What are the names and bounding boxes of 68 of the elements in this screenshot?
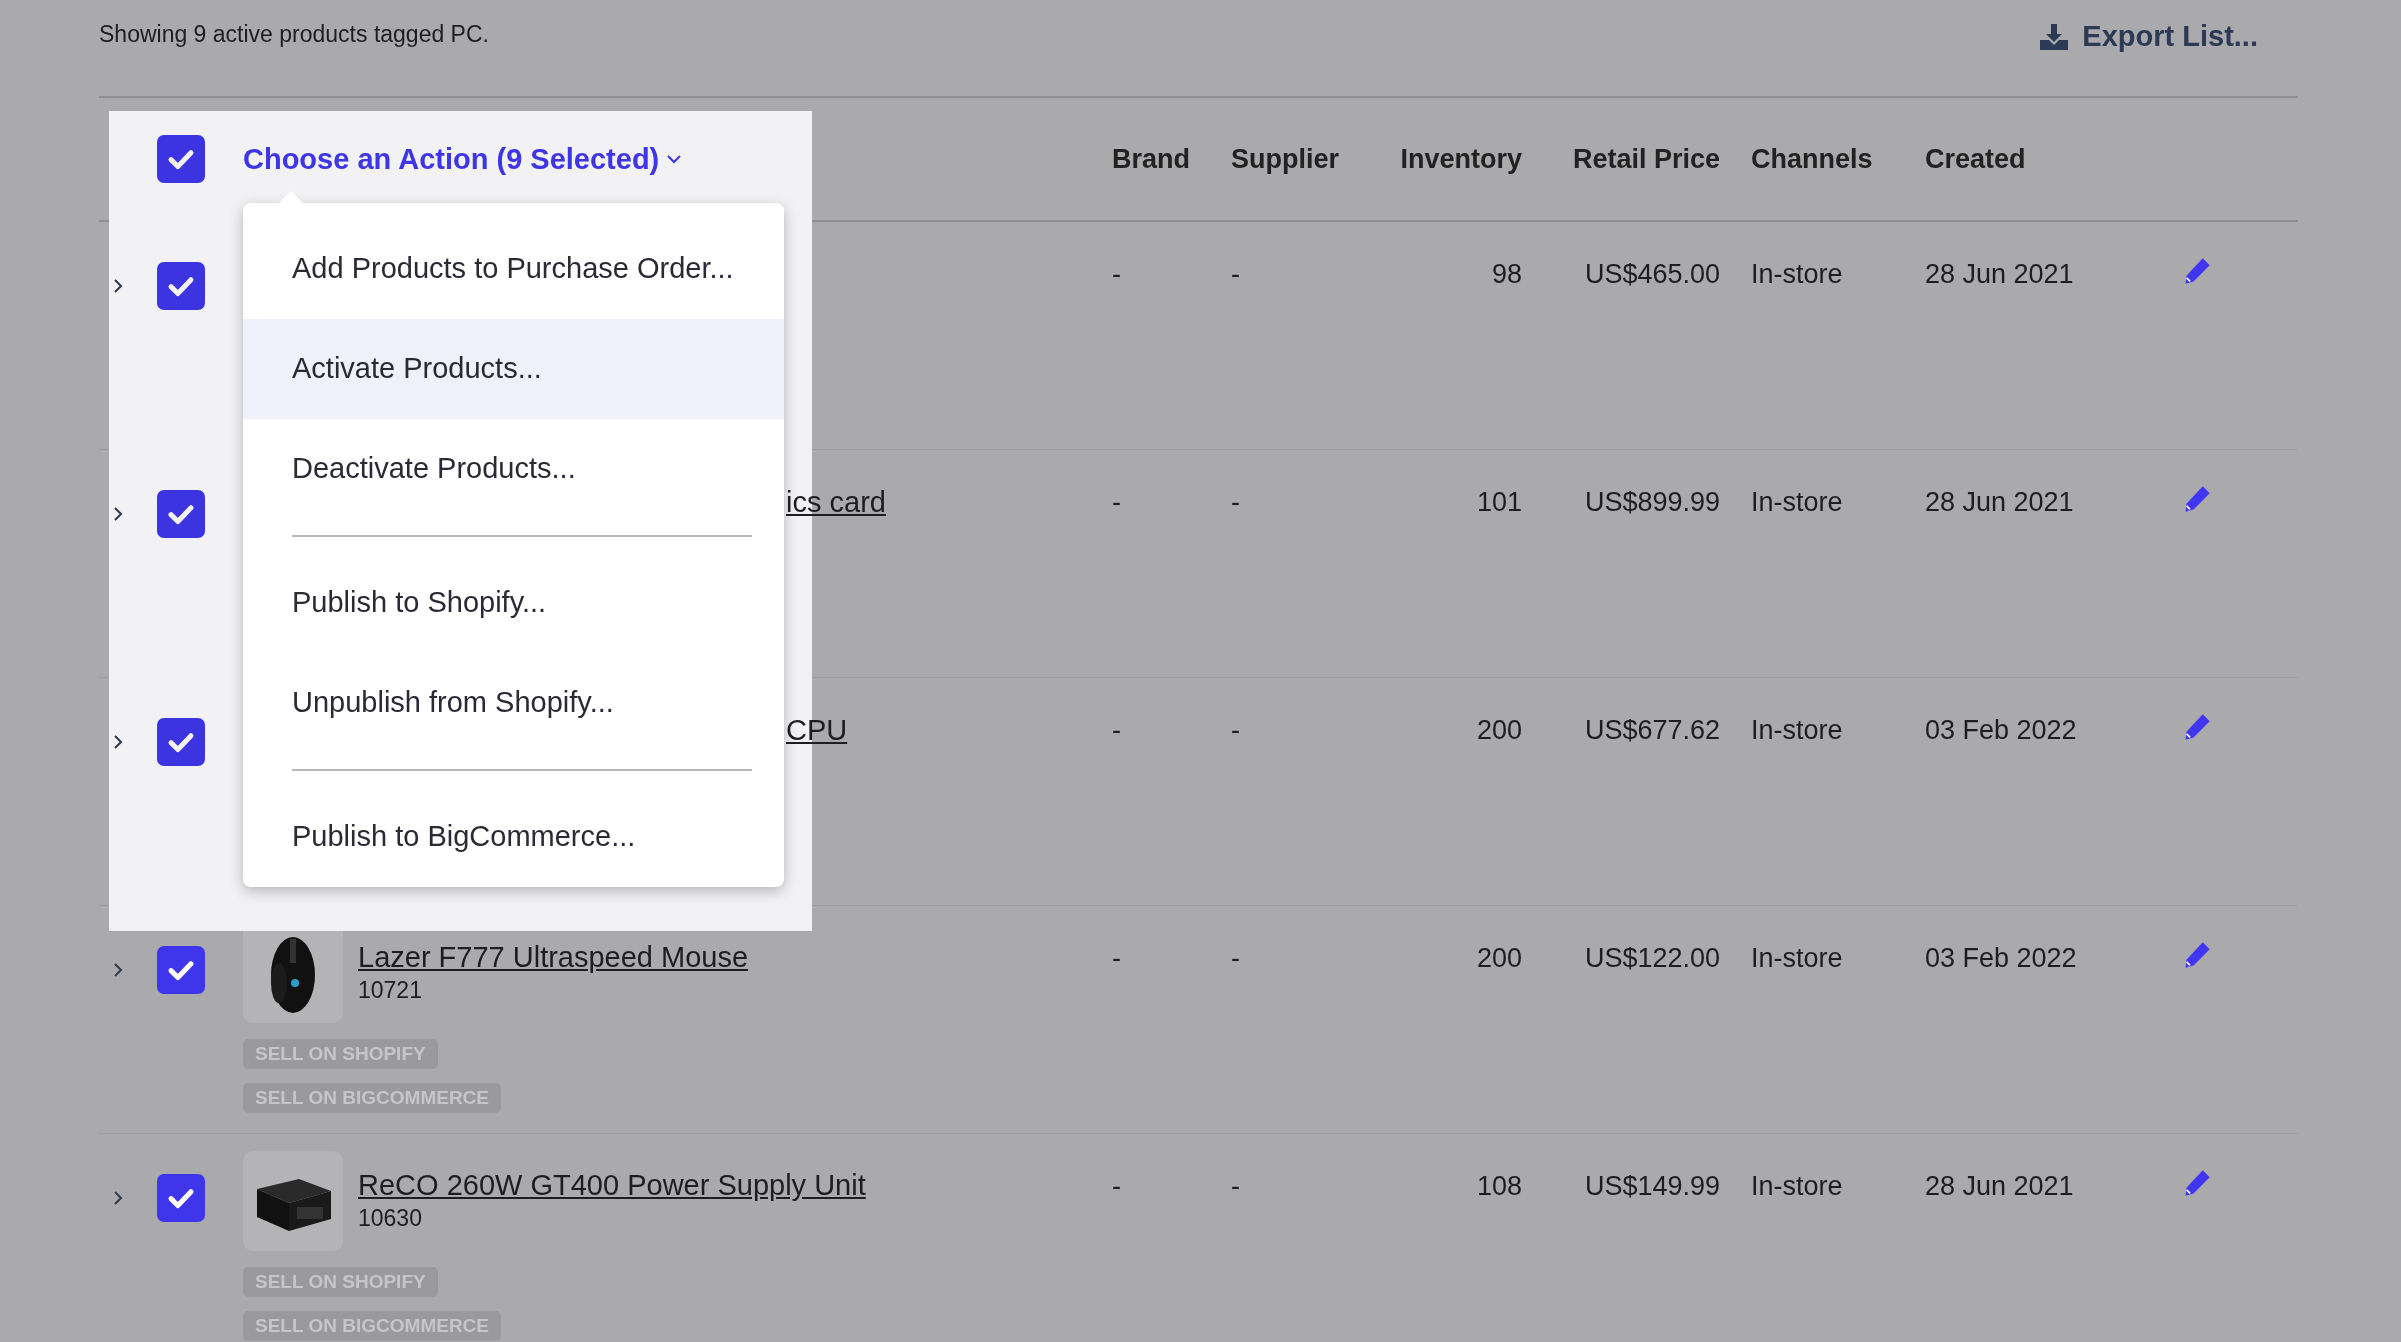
table-cell: US$149.99 <box>1584 1171 1720 1201</box>
pencil-icon[interactable] <box>2182 256 2212 286</box>
table-cell: 03 Feb 2022 <box>1925 943 2077 973</box>
table-cell: - <box>1112 943 1121 973</box>
menu-item[interactable]: Deactivate Products... <box>243 418 784 519</box>
menu-item[interactable]: Publish to Shopify... <box>243 552 784 653</box>
table-cell: 28 Jun 2021 <box>1925 487 2074 517</box>
menu-item[interactable]: Publish to BigCommerce... <box>243 786 784 887</box>
menu-item[interactable]: Add Products to Purchase Order... <box>243 218 784 319</box>
product-link[interactable]: ReCO 260W GT400 Power Supply Unit <box>358 1167 866 1203</box>
table-cell: US$677.62 <box>1584 715 1720 745</box>
product-link[interactable]: ics card <box>786 484 886 520</box>
table-cell: In-store <box>1751 487 1843 517</box>
chevron-icon[interactable] <box>113 734 123 750</box>
product-link[interactable]: CPU <box>786 712 848 748</box>
table-cell: - <box>1112 715 1121 745</box>
table-cell: - <box>1231 943 1240 973</box>
column-header[interactable]: Created <box>1917 143 2150 175</box>
chevron-icon[interactable] <box>113 962 123 978</box>
export-list-link[interactable]: Export List... <box>2040 20 2258 53</box>
column-header[interactable]: Brand <box>1112 143 1231 175</box>
product-sku: 10721 <box>358 976 423 1005</box>
table-cell: - <box>1112 259 1121 289</box>
table-cell: US$899.99 <box>1584 487 1720 517</box>
action-dropdown[interactable]: Choose an Action (9 Selected) <box>243 142 682 176</box>
table-cell: 03 Feb 2022 <box>1925 715 2077 745</box>
table-cell: - <box>1231 715 1240 745</box>
table-cell: - <box>1112 1171 1121 1201</box>
table-cell: US$122.00 <box>1584 943 1720 973</box>
table-cell: 200 <box>1476 715 1522 745</box>
chevron-icon[interactable] <box>113 506 123 522</box>
table-cell: 28 Jun 2021 <box>1925 259 2074 289</box>
table-cell: 200 <box>1476 943 1522 973</box>
chevron-icon[interactable] <box>113 1190 123 1206</box>
row-checkbox[interactable] <box>157 946 205 994</box>
summary-text: Showing 9 active products tagged PC. <box>99 21 489 48</box>
menu-item[interactable]: Unpublish from Shopify... <box>243 652 784 753</box>
column-header[interactable]: Inventory <box>1391 143 1522 175</box>
table-cell: 28 Jun 2021 <box>1925 1171 2074 1201</box>
column-header[interactable]: Supplier <box>1231 143 1391 175</box>
table-cell: In-store <box>1751 943 1843 973</box>
table-cell: - <box>1112 487 1121 517</box>
row-checkbox[interactable] <box>157 490 205 538</box>
pencil-icon[interactable] <box>2182 712 2212 742</box>
table-cell: 101 <box>1476 487 1522 517</box>
product-link[interactable]: Lazer F777 Ultraspeed Mouse <box>358 939 749 975</box>
pencil-icon[interactable] <box>2182 1168 2212 1198</box>
column-header[interactable]: Retail Price <box>1522 143 1720 175</box>
table-cell: - <box>1231 259 1240 289</box>
product-sku: 10630 <box>358 1204 423 1233</box>
pencil-icon[interactable] <box>2182 484 2212 514</box>
select-all-checkbox[interactable] <box>157 135 205 183</box>
table-cell: - <box>1231 487 1240 517</box>
table-cell: 98 <box>1491 259 1522 289</box>
row-checkbox[interactable] <box>157 1174 205 1222</box>
column-header[interactable]: Channels <box>1720 143 1917 175</box>
table-cell: In-store <box>1751 259 1843 289</box>
row-checkbox[interactable] <box>157 262 205 310</box>
table-cell: In-store <box>1751 715 1843 745</box>
download-icon <box>2040 23 2069 50</box>
table-cell: 108 <box>1476 1171 1522 1201</box>
table-cell: - <box>1231 1171 1240 1201</box>
pencil-icon[interactable] <box>2182 940 2212 970</box>
table-cell: US$465.00 <box>1584 259 1720 289</box>
row-checkbox[interactable] <box>157 718 205 766</box>
chevron-icon[interactable] <box>113 278 123 294</box>
table-cell: In-store <box>1751 1171 1843 1201</box>
menu-item[interactable]: Activate Products... <box>243 318 784 419</box>
